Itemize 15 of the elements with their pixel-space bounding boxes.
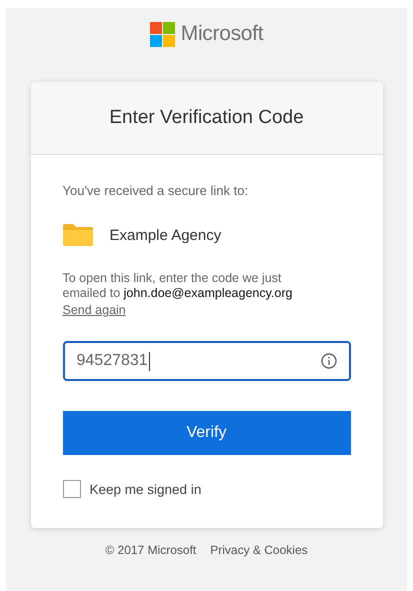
checkbox[interactable] <box>62 480 80 498</box>
logo-text: Microsoft <box>180 22 264 46</box>
instructions-text: To open this link, enter the code we just emailed to john.doe@exampleagency.org <box>62 271 294 301</box>
folder-icon <box>62 224 92 246</box>
footer-link[interactable]: Privacy & Cookies <box>210 543 308 557</box>
intro-text: You've received a secure link to: <box>62 183 250 198</box>
checkbox-label: Keep me signed in <box>90 482 202 496</box>
card-title: Enter Verification Code <box>109 107 304 129</box>
verify-button[interactable]: Verify <box>62 411 350 455</box>
recipient-name: Example Agency <box>110 226 222 244</box>
send-again-link[interactable]: Send again <box>62 303 126 317</box>
info-icon[interactable] <box>320 353 336 369</box>
copyright-text: © 2017 Microsoft <box>105 543 196 557</box>
logo-icon <box>150 22 175 46</box>
code-field[interactable]: 94527831 <box>62 341 350 381</box>
